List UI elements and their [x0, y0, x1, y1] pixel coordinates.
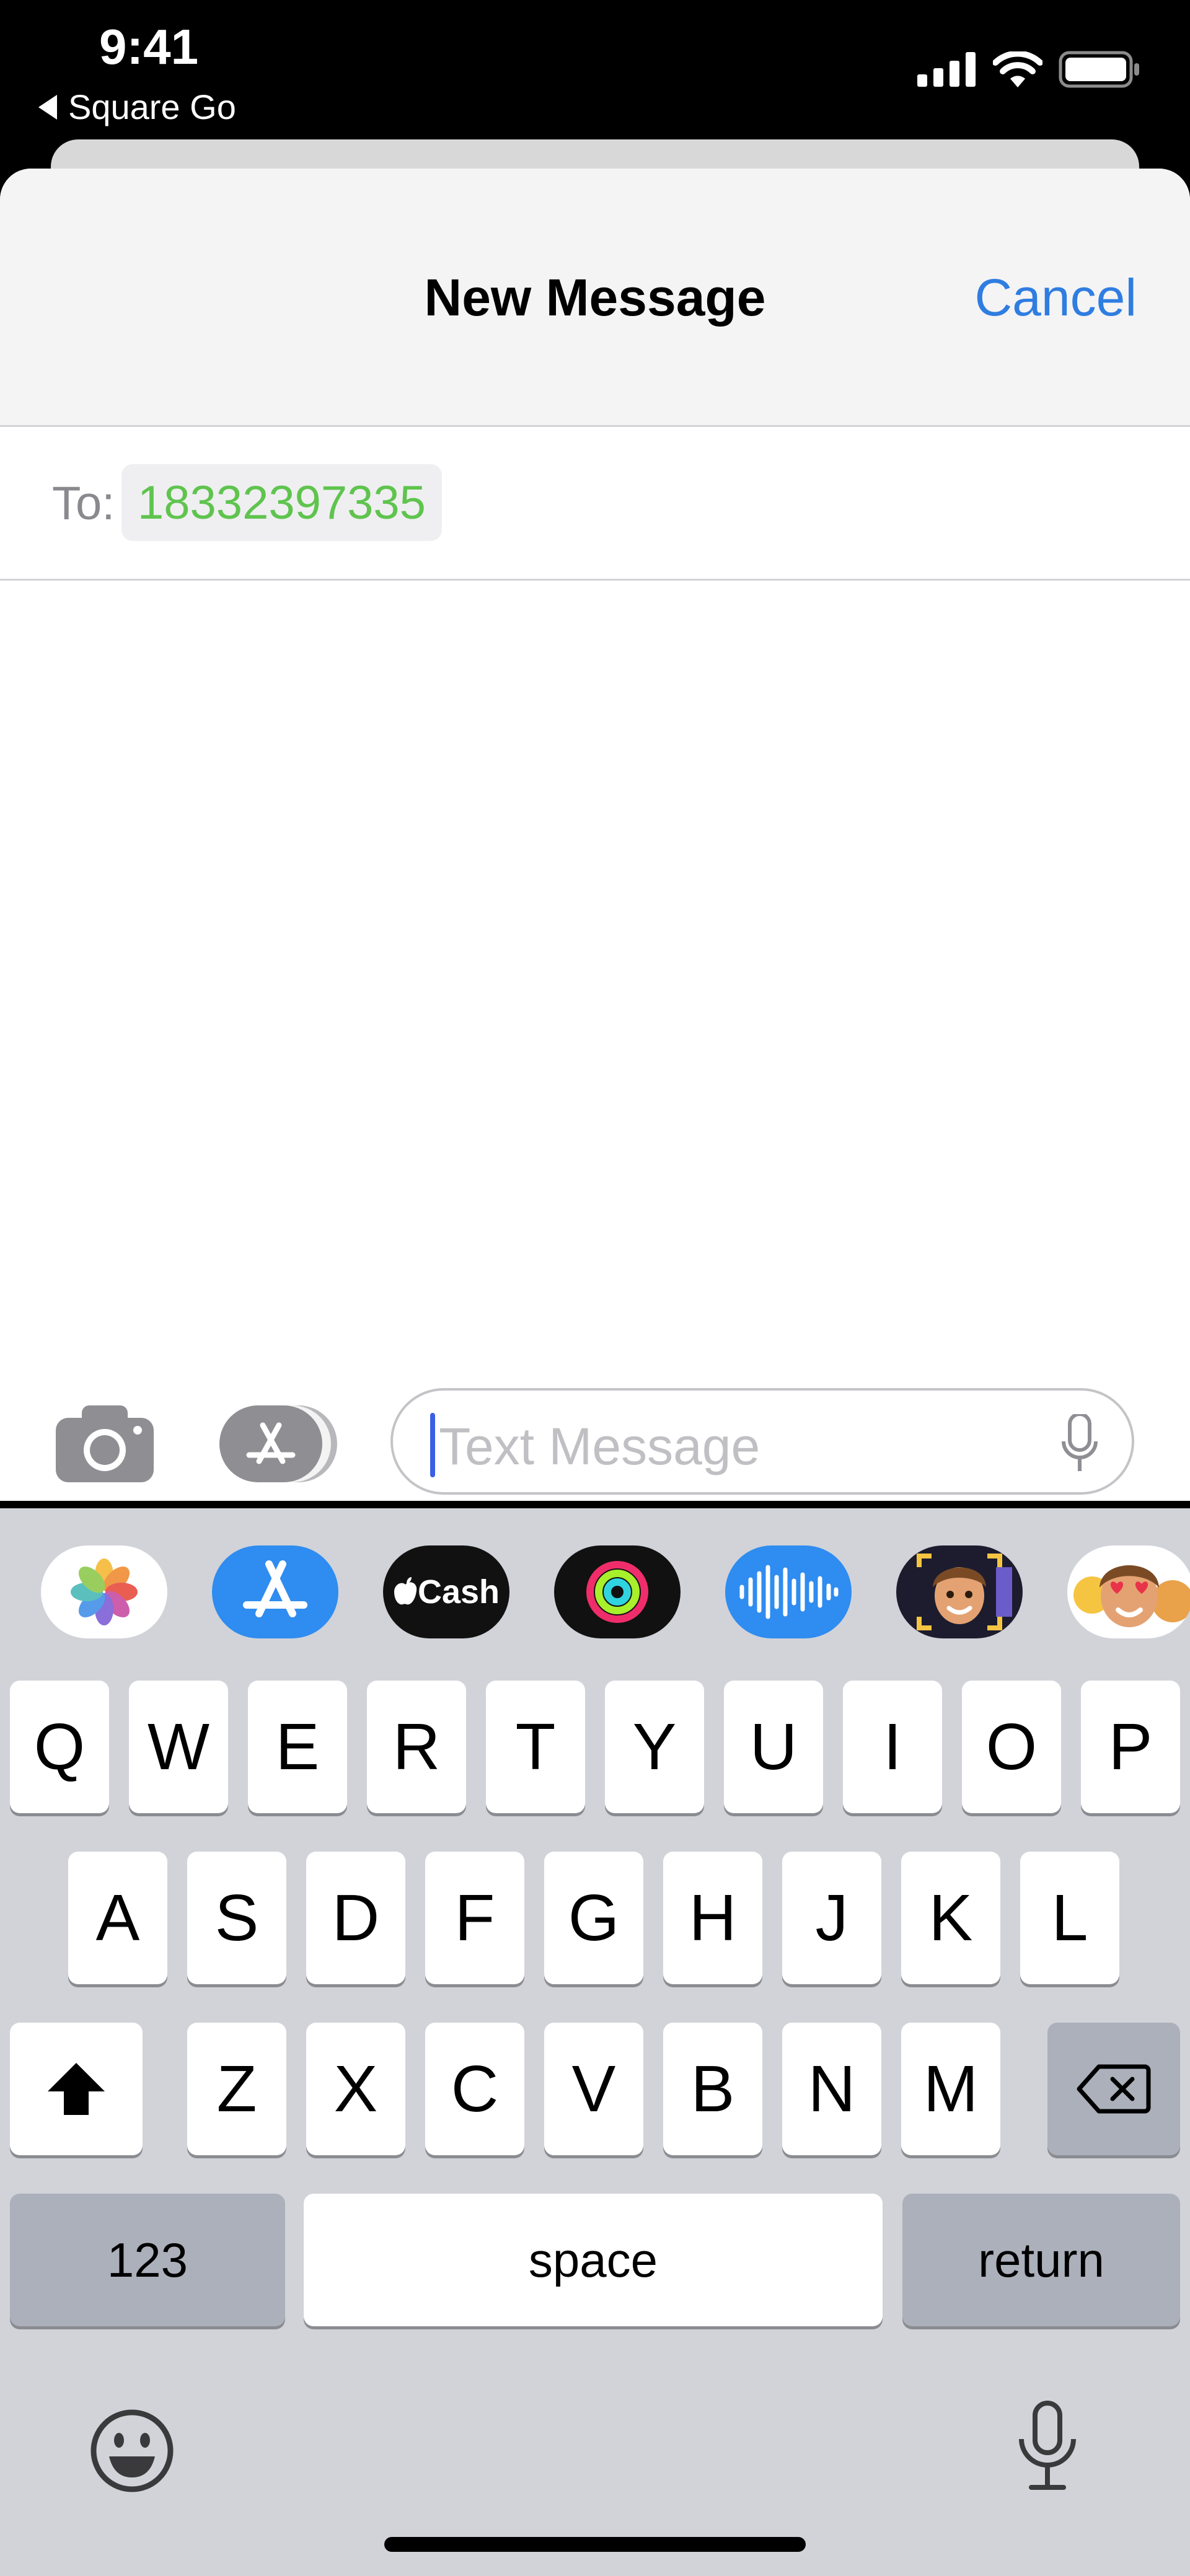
- dictation-icon[interactable]: [1016, 2401, 1078, 2494]
- photos-app-icon[interactable]: [41, 1545, 167, 1638]
- key-m[interactable]: M: [901, 2023, 1000, 2155]
- key-v[interactable]: V: [544, 2023, 643, 2155]
- dictation-mic-icon[interactable]: [1061, 1414, 1098, 1474]
- back-to-app-link[interactable]: Square Go: [38, 87, 236, 127]
- key-e[interactable]: E: [248, 1681, 347, 1813]
- keyboard: Cash Q W E R T Y U I O P A S D F G H J K…: [0, 1508, 1190, 2576]
- home-indicator: [384, 2537, 806, 2552]
- key-l[interactable]: L: [1020, 1852, 1119, 1984]
- message-placeholder: Text Message: [439, 1417, 760, 1475]
- key-b[interactable]: B: [663, 2023, 762, 2155]
- delete-key[interactable]: [1047, 2023, 1180, 2155]
- status-bar: 9:41 Square Go: [0, 0, 1190, 149]
- key-q[interactable]: Q: [10, 1681, 109, 1813]
- key-k[interactable]: K: [901, 1852, 1000, 1984]
- apple-cash-label: Cash: [417, 1573, 500, 1611]
- return-key[interactable]: return: [902, 2194, 1180, 2326]
- key-g[interactable]: G: [544, 1852, 643, 1984]
- key-h[interactable]: H: [663, 1852, 762, 1984]
- audio-message-icon[interactable]: [725, 1545, 852, 1638]
- space-key[interactable]: space: [304, 2194, 883, 2326]
- navigation-bar: New Message Cancel: [0, 169, 1190, 427]
- photos-flower-icon: [71, 1558, 138, 1625]
- key-x[interactable]: X: [306, 2023, 405, 2155]
- memoji-heart-eyes-icon: [1073, 1565, 1190, 1627]
- app-store-icon[interactable]: [212, 1545, 338, 1638]
- shift-key[interactable]: [10, 2023, 143, 2155]
- text-caret: [430, 1413, 435, 1477]
- memoji-stickers-icon[interactable]: [1067, 1545, 1190, 1638]
- apple-cash-icon[interactable]: Cash: [383, 1545, 509, 1638]
- camera-icon[interactable]: [56, 1405, 154, 1482]
- status-icons: [917, 51, 1140, 88]
- recipient-row[interactable]: To: 18332397335: [0, 427, 1190, 581]
- key-c[interactable]: C: [425, 2023, 524, 2155]
- key-i[interactable]: I: [843, 1681, 942, 1813]
- shift-arrow-icon: [48, 2063, 105, 2115]
- to-label: To:: [52, 477, 115, 530]
- app-store-glyph-icon: [243, 1560, 307, 1617]
- cancel-button[interactable]: Cancel: [975, 268, 1137, 328]
- emoji-keyboard-icon[interactable]: [88, 2407, 176, 2495]
- key-u[interactable]: U: [724, 1681, 823, 1813]
- key-r[interactable]: R: [367, 1681, 466, 1813]
- cellular-signal-icon: [917, 52, 976, 87]
- key-n[interactable]: N: [782, 2023, 881, 2155]
- key-w[interactable]: W: [129, 1681, 228, 1813]
- apple-logo-icon: [394, 1577, 417, 1605]
- key-s[interactable]: S: [187, 1852, 286, 1984]
- key-p[interactable]: P: [1081, 1681, 1180, 1813]
- back-app-label: Square Go: [68, 87, 236, 126]
- wifi-icon: [993, 51, 1042, 87]
- key-t[interactable]: T: [486, 1681, 585, 1813]
- activity-rings-icon: [586, 1561, 648, 1623]
- back-arrow-icon: [38, 94, 57, 120]
- message-input[interactable]: Text Message: [390, 1388, 1134, 1495]
- memoji-face-icon: [917, 1554, 1012, 1630]
- key-j[interactable]: J: [782, 1852, 881, 1984]
- key-d[interactable]: D: [306, 1852, 405, 1984]
- key-a[interactable]: A: [68, 1852, 167, 1984]
- battery-icon: [1059, 51, 1139, 88]
- numbers-key[interactable]: 123: [10, 2194, 285, 2326]
- key-f[interactable]: F: [425, 1852, 524, 1984]
- new-message-sheet: New Message Cancel To: 18332397335: [0, 169, 1190, 1501]
- waveform-icon: [739, 1565, 839, 1619]
- backspace-icon: [1077, 2064, 1151, 2114]
- activity-app-icon[interactable]: [554, 1545, 681, 1638]
- app-store-toggle-icon[interactable]: [219, 1405, 337, 1482]
- key-y[interactable]: Y: [605, 1681, 704, 1813]
- status-time: 9:41: [99, 19, 199, 74]
- key-o[interactable]: O: [962, 1681, 1061, 1813]
- recipient-chip[interactable]: 18332397335: [121, 464, 442, 541]
- memoji-camera-icon[interactable]: [896, 1545, 1023, 1638]
- key-z[interactable]: Z: [187, 2023, 286, 2155]
